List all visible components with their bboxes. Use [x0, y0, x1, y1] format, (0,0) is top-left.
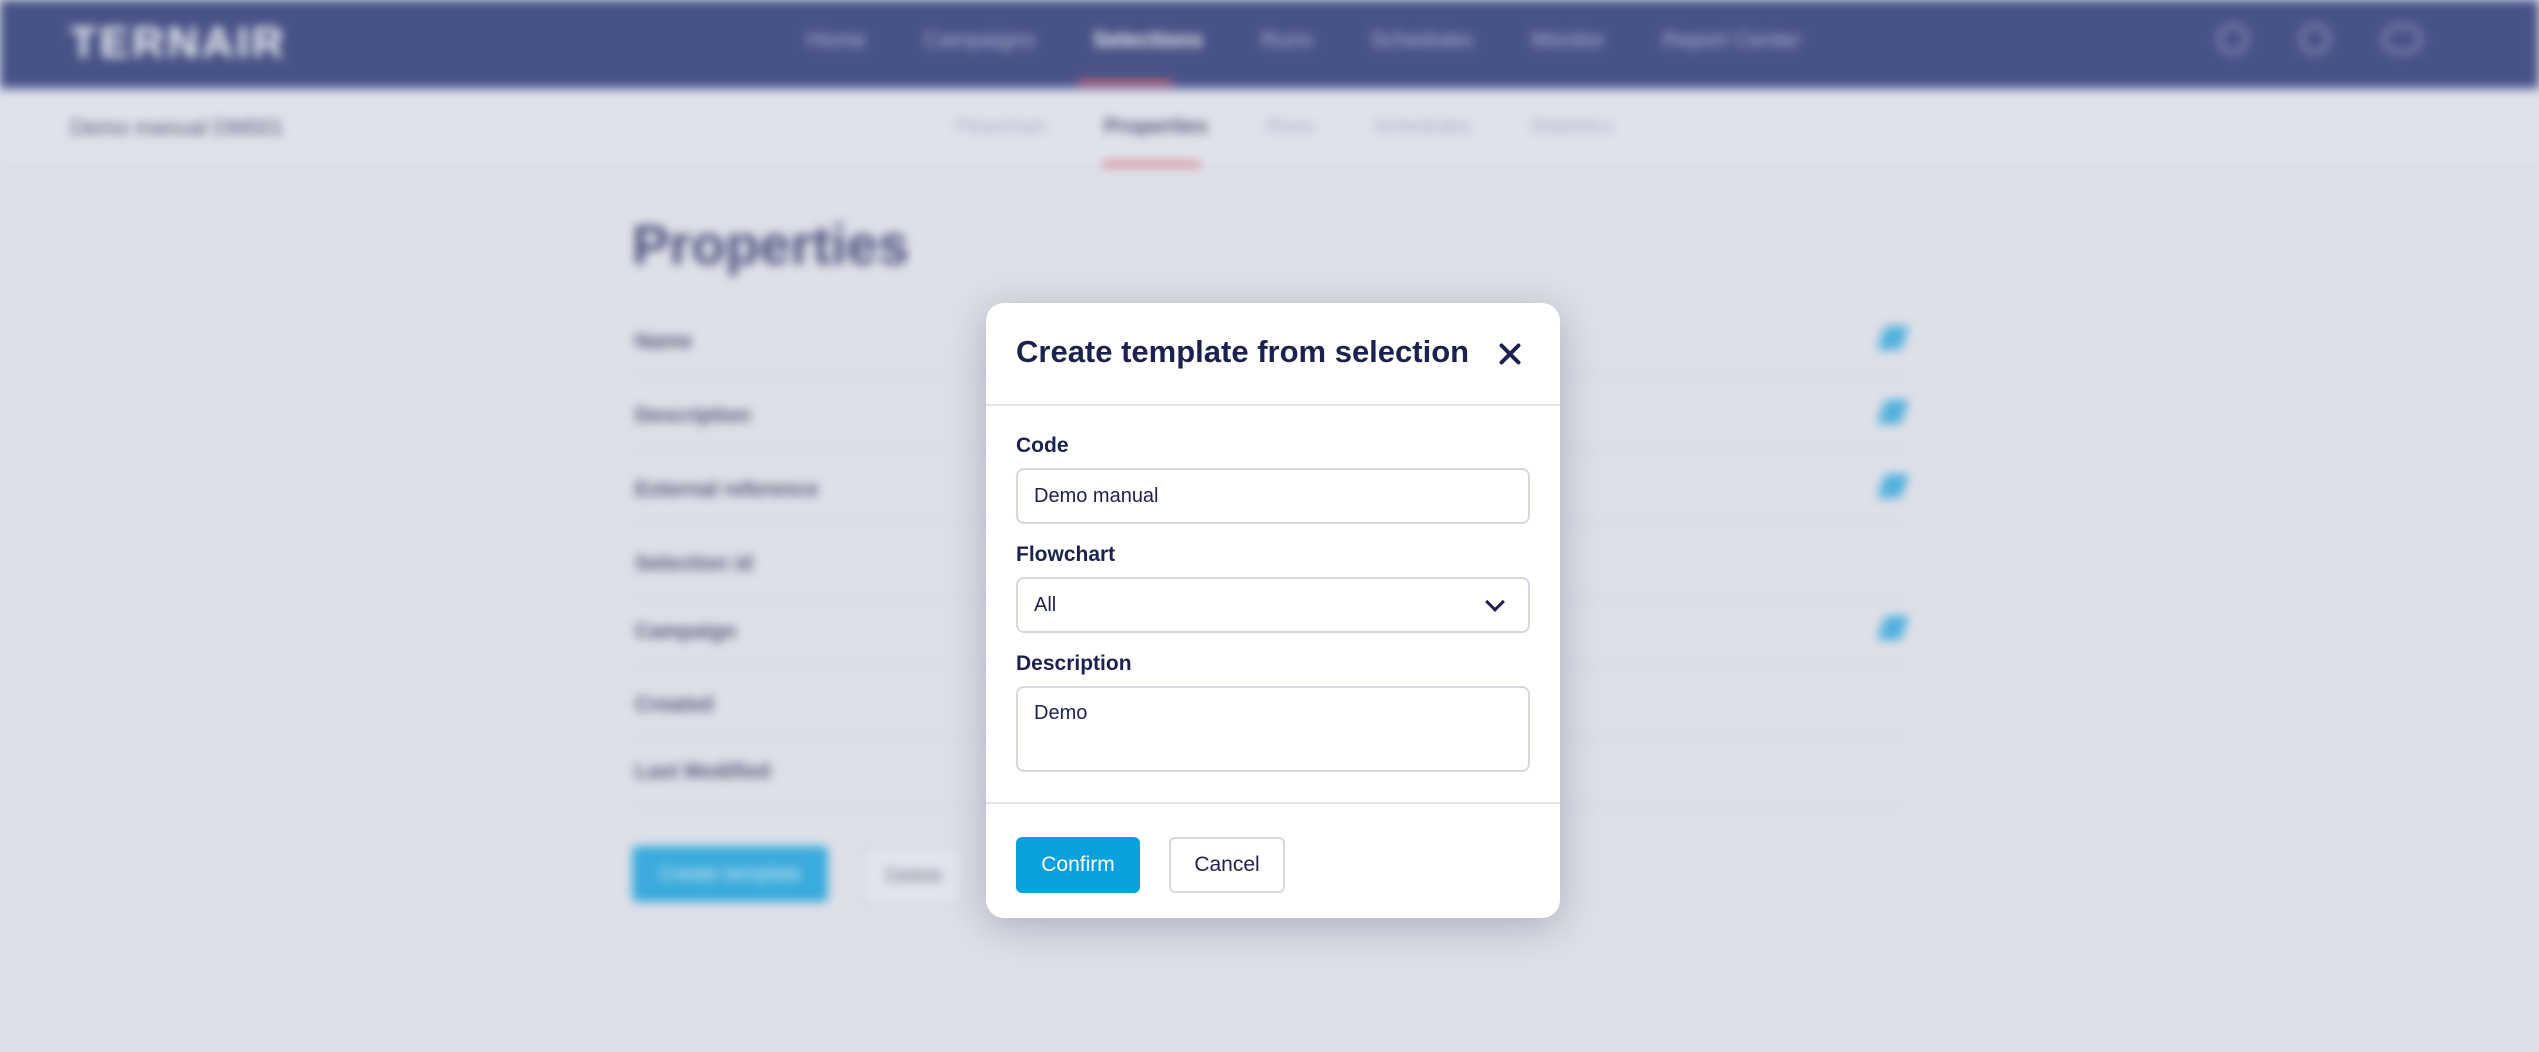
dialog-header: Create template from selection: [986, 303, 1560, 406]
dialog-title: Create template from selection: [1016, 334, 1470, 369]
code-input[interactable]: [1016, 468, 1530, 524]
flowchart-select[interactable]: All: [1016, 577, 1530, 633]
flowchart-selected-value: All: [1034, 593, 1057, 616]
description-textarea[interactable]: Demo: [1016, 686, 1530, 772]
description-value: Demo: [1034, 702, 1088, 724]
create-template-dialog: Create template from selection Code Flow…: [986, 303, 1560, 918]
dialog-footer: Confirm Cancel: [986, 802, 1560, 920]
confirm-button[interactable]: Confirm: [1016, 837, 1140, 893]
description-label: Description: [1016, 652, 1132, 675]
chevron-down-icon: [1485, 592, 1505, 612]
flowchart-label: Flowchart: [1016, 543, 1116, 566]
code-label: Code: [1016, 434, 1069, 457]
close-icon[interactable]: [1497, 341, 1523, 367]
cancel-button[interactable]: Cancel: [1169, 837, 1285, 893]
